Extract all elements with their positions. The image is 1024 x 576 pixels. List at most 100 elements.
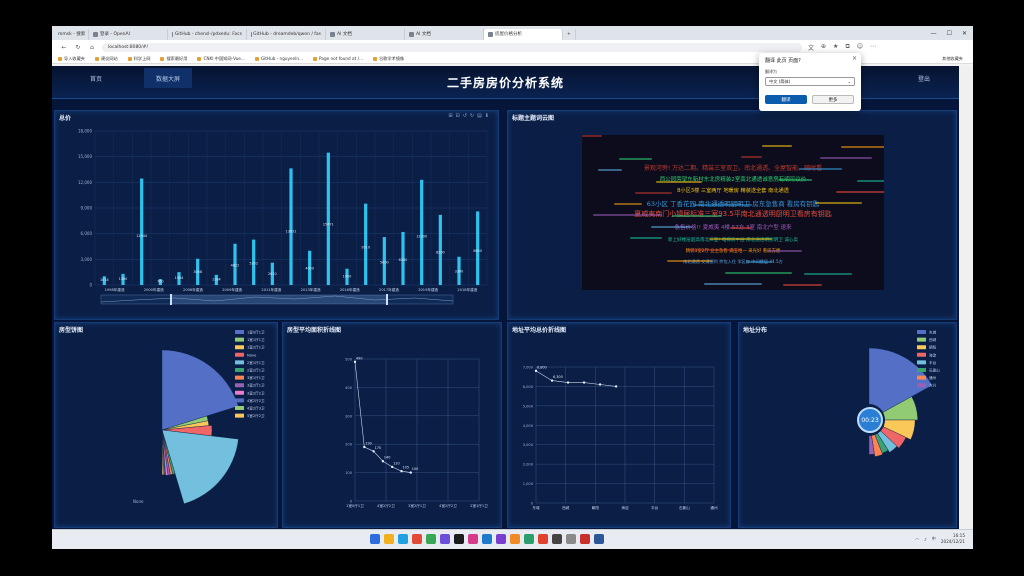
bookmark-icon [372,56,377,61]
chevron-down-icon: ⌄ [847,79,851,84]
taskbar-app-icon[interactable] [384,534,394,544]
legend-swatch [917,345,926,350]
page-scrollbar[interactable] [959,66,973,548]
data-point [409,471,412,474]
taskbar-app-icon[interactable] [482,534,492,544]
maximize-icon[interactable]: ☐ [947,30,952,37]
y-tick-label: 0 [89,283,92,288]
profile-icon[interactable]: ☺ [857,43,863,52]
new-tab-button[interactable]: + [563,28,576,40]
taskbar-app-icon[interactable] [468,534,478,544]
wordcloud-small-word [688,249,742,251]
legend-label: 4室2厅2卫 [247,398,265,403]
panel-title: 标题主题词云图 [512,115,555,122]
datazoom-handle-left [170,294,172,305]
minimize-icon[interactable]: — [931,30,937,37]
browser-tab[interactable]: GitHub - chensl-/pdxedu: Facs [168,28,247,40]
bookmark-icon [127,56,132,61]
y-tick-label: 0 [350,500,353,504]
address-dist-chart: 东城西城朝阳海淀丰台石景山通州大兴 [853,330,940,457]
legend-label: 丰台 [929,360,937,365]
dialog-close-icon[interactable]: × [852,55,857,62]
wifi-icon[interactable]: ◠ [915,537,919,542]
wordcloud-small-word [741,156,762,158]
taskbar-app-icon[interactable] [594,534,604,544]
bookmark-item[interactable]: 谷歌学术镜像 [372,56,404,62]
browser-tab[interactable]: AI 文档 [326,28,405,40]
more-button[interactable]: 更多 [812,95,854,104]
extensions-icon[interactable]: ⧉ [845,43,849,52]
back-icon[interactable]: ← [60,44,68,51]
taskbar-app-icon[interactable] [412,534,422,544]
taskbar-app-icon[interactable] [440,534,450,544]
taskbar-app-icon[interactable] [454,534,464,544]
taskbar-app-icon[interactable] [496,534,506,544]
x-tick-label: 2011年建造 [261,287,281,292]
wordcloud-small-word [614,203,642,205]
x-tick-label: 丰台 [651,505,659,510]
menu-icon[interactable]: ⋯ [870,43,876,52]
bar-value-label: 1184 [212,277,221,281]
bookmark-label: 搜索最好用 [166,55,188,61]
point-label: 490 [356,356,362,360]
wordcloud-small-word [815,202,862,204]
bookmark-item[interactable]: 科学上网 [127,56,150,62]
taskbar-app-icon[interactable] [524,534,534,544]
other-bookmarks[interactable]: 其他收藏夹 [942,56,973,62]
x-tick-label: 2019年建造 [418,287,438,292]
tab-favicon-icon [330,31,335,37]
legend-swatch [235,337,244,342]
bookmark-item[interactable]: GitHub - nguyenln... [254,56,303,61]
wordcloud-small-word [746,261,772,263]
legend-label: 3室2厅1卫 [247,383,265,388]
browser-tab[interactable]: 登录 - OpenAI [89,28,168,40]
bar-value-label: 8600 [473,249,482,253]
taskbar-app-icon[interactable] [538,534,548,544]
refresh-icon[interactable]: ↻ [74,44,82,51]
browser-tab[interactable]: mmsk - 搜索 [52,28,89,40]
system-tray: ◠ ♪ 中 16:15 2024/12/21 [915,533,965,545]
language-select[interactable]: 中文 (简体) ⌄ [765,77,855,86]
address-input[interactable]: localhost:8080/#/ [102,42,802,52]
bookmark-item[interactable]: CNKI 中国知网-Vue... [197,56,245,62]
wordcloud-small-word [593,214,662,216]
taskbar-app-icon[interactable] [552,534,562,544]
zoom-icon[interactable]: ⊕ [821,43,826,52]
recording-timer[interactable]: 00:23 [857,407,883,433]
y-tick-label: 200 [345,443,353,447]
taskbar-app-icon[interactable] [370,534,380,544]
tab-favicon-icon [93,31,98,37]
taskbar-app-icon[interactable] [510,534,520,544]
bookmark-item[interactable]: 建议网站 [94,56,118,62]
taskbar-app-icon[interactable] [580,534,590,544]
translate-icon[interactable]: 文 [808,43,814,52]
x-tick-label: 2013年建造 [301,287,321,292]
bookmark-item[interactable]: 导入收藏夹 [58,56,85,62]
taskbar-app-icon[interactable] [566,534,576,544]
tab-label: AI 文档 [337,32,352,37]
browser-tab[interactable]: AI 文档 [405,28,484,40]
point-label: 140 [384,456,390,460]
volume-icon[interactable]: ♪ [924,537,927,542]
close-icon[interactable]: ✕ [962,30,967,37]
input-lang[interactable]: 中 [932,536,936,542]
translate-button[interactable]: 翻译 [765,95,807,104]
dashboard-page: 首页 数据大屏 二手房房价分析系统 登出 总价 ⊞⊟↺↻▤⬇ 0 3,000 6,0… [52,66,959,548]
browser-tab[interactable]: 房屋价格分析 [484,28,563,40]
bookmark-item[interactable]: 搜索最好用 [160,56,187,62]
data-point [566,381,570,384]
bookmark-item[interactable]: Page not found at /... [313,56,363,61]
point-label: 105 [403,466,409,470]
y-tick-label: 9,000 [81,206,93,211]
taskbar-app-icon[interactable] [426,534,436,544]
home-icon[interactable]: ⌂ [88,44,96,51]
browser-tab[interactable]: GitHub - dreamdeb/qwen / fas [247,28,326,40]
taskbar-app-icon[interactable] [398,534,408,544]
clock[interactable]: 16:15 2024/12/21 [941,533,965,545]
wordcloud-line: 南北通透 交通便利 拎包入住 学区房 中间楼层 44.5方 [683,259,783,264]
bookmark-icon [254,56,259,61]
bar-value-label: 8200 [436,250,445,254]
nav-logout[interactable]: 登出 [918,74,930,83]
data-point [363,445,366,449]
star-icon[interactable]: ★ [833,43,838,52]
